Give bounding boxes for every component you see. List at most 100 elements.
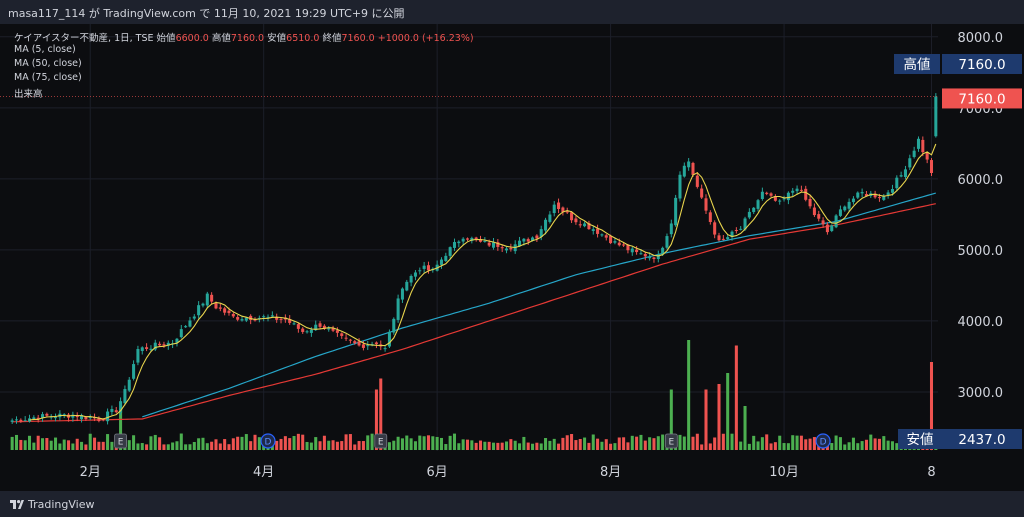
volume-bar — [617, 437, 621, 450]
footer-brand: TradingView — [28, 498, 95, 511]
candle-body — [54, 417, 58, 419]
candle-body — [279, 318, 283, 320]
volume-bar — [370, 433, 374, 450]
volume-bar — [700, 444, 704, 450]
candle-body — [570, 212, 574, 221]
volume-bar — [145, 444, 149, 450]
volume-bar — [80, 441, 84, 450]
volume-bar — [661, 434, 665, 450]
tradingview-logo-icon — [10, 500, 24, 509]
legend-ma75[interactable]: MA (75, close) — [14, 72, 82, 83]
candle-body — [574, 218, 578, 223]
earnings-marker[interactable]: E — [374, 433, 388, 449]
volume-bar — [474, 442, 478, 450]
volume-bar — [721, 433, 725, 450]
volume-bar — [713, 437, 717, 450]
legend-ma5[interactable]: MA (5, close) — [14, 44, 76, 55]
candle-body — [301, 328, 305, 332]
price-chart-svg[interactable]: E E ED D3000.04000.05000.06000.07000.08000.… — [0, 24, 1024, 491]
candle-body — [292, 323, 296, 325]
volume-bar — [682, 436, 686, 450]
candle-body — [721, 238, 725, 240]
volume-bar — [505, 441, 509, 450]
volume-bar — [335, 441, 339, 450]
chart-area[interactable]: E E E D D 3000.0 4000.0 5000.0 6000.0 7000.0 8000.… — [0, 24, 1024, 491]
candle-body — [214, 303, 218, 309]
volume-bar — [175, 441, 179, 450]
volume-bar — [36, 435, 40, 450]
volume-bar — [491, 442, 496, 450]
candle-body — [184, 326, 188, 328]
volume-bar — [305, 441, 309, 450]
candle-body — [357, 341, 361, 346]
volume-bar — [639, 434, 643, 450]
dividend-marker[interactable]: D — [260, 433, 276, 449]
candle-body — [526, 239, 530, 242]
candle-body — [916, 138, 921, 149]
dividend-marker[interactable]: D — [815, 433, 831, 449]
volume-bar — [570, 434, 574, 450]
volume-bar — [769, 443, 773, 450]
candle-body — [552, 204, 556, 214]
volume-bar — [808, 438, 812, 450]
volume-bar — [539, 443, 543, 450]
volume-bar — [782, 443, 786, 450]
candle-body — [210, 294, 214, 302]
volume-bar — [88, 433, 92, 450]
volume-bar — [804, 439, 808, 450]
volume-bar — [387, 442, 391, 450]
volume-bar — [110, 441, 114, 450]
candle-body — [335, 330, 339, 333]
volume-bar — [708, 443, 712, 450]
candle-body — [262, 316, 266, 318]
candle-body — [639, 253, 643, 255]
earnings-marker-label: E — [668, 438, 674, 448]
dividend-marker-label: D — [820, 438, 827, 448]
volume-bar — [439, 437, 443, 450]
volume-bar — [236, 436, 240, 450]
candle-body — [236, 317, 240, 320]
legend-high-label: 高値 — [211, 33, 231, 44]
candle-body — [652, 257, 656, 259]
volume-bar — [695, 433, 699, 450]
earnings-marker[interactable]: E — [664, 433, 678, 449]
legend-low-label: 安値 — [267, 33, 287, 44]
y-tick-label: 6000.0 — [958, 173, 1004, 188]
candle-body — [830, 225, 834, 232]
volume-bar — [765, 434, 769, 450]
volume-bar — [184, 444, 188, 450]
volume-bar — [578, 438, 582, 450]
x-tick-label: 10月 — [769, 465, 799, 480]
candle-body — [205, 293, 209, 306]
volume-bar — [604, 439, 608, 450]
legend-ma50[interactable]: MA (50, close) — [14, 58, 82, 69]
volume-bar — [149, 436, 153, 450]
volume-bar — [834, 435, 838, 450]
candle-body — [596, 228, 600, 234]
candle-body — [929, 160, 934, 173]
candle-body — [934, 96, 938, 137]
volume-bar — [41, 438, 45, 450]
volume-bar — [877, 438, 881, 450]
x-tick-label: 8月 — [600, 465, 621, 480]
volume-bar — [444, 444, 448, 450]
volume-bar — [348, 434, 352, 450]
volume-bar — [483, 441, 487, 450]
volume-bar — [214, 439, 218, 450]
volume-bar — [717, 384, 721, 450]
volume-bar — [795, 435, 799, 450]
candle-body — [860, 192, 864, 194]
volume-bar — [14, 434, 19, 450]
volume-bar — [786, 443, 790, 450]
candle-body — [227, 310, 231, 314]
volume-bar — [188, 444, 192, 450]
volume-bar — [431, 436, 435, 450]
earnings-marker[interactable]: E — [114, 433, 127, 449]
legend-volume[interactable]: 出来高 — [14, 86, 43, 100]
candle-body — [912, 150, 916, 157]
volume-bar — [253, 434, 257, 450]
dividend-marker-label: D — [265, 438, 272, 448]
volume-bar — [860, 441, 864, 450]
candle-body — [10, 420, 14, 422]
legend-open-label: 始値 — [156, 33, 176, 44]
